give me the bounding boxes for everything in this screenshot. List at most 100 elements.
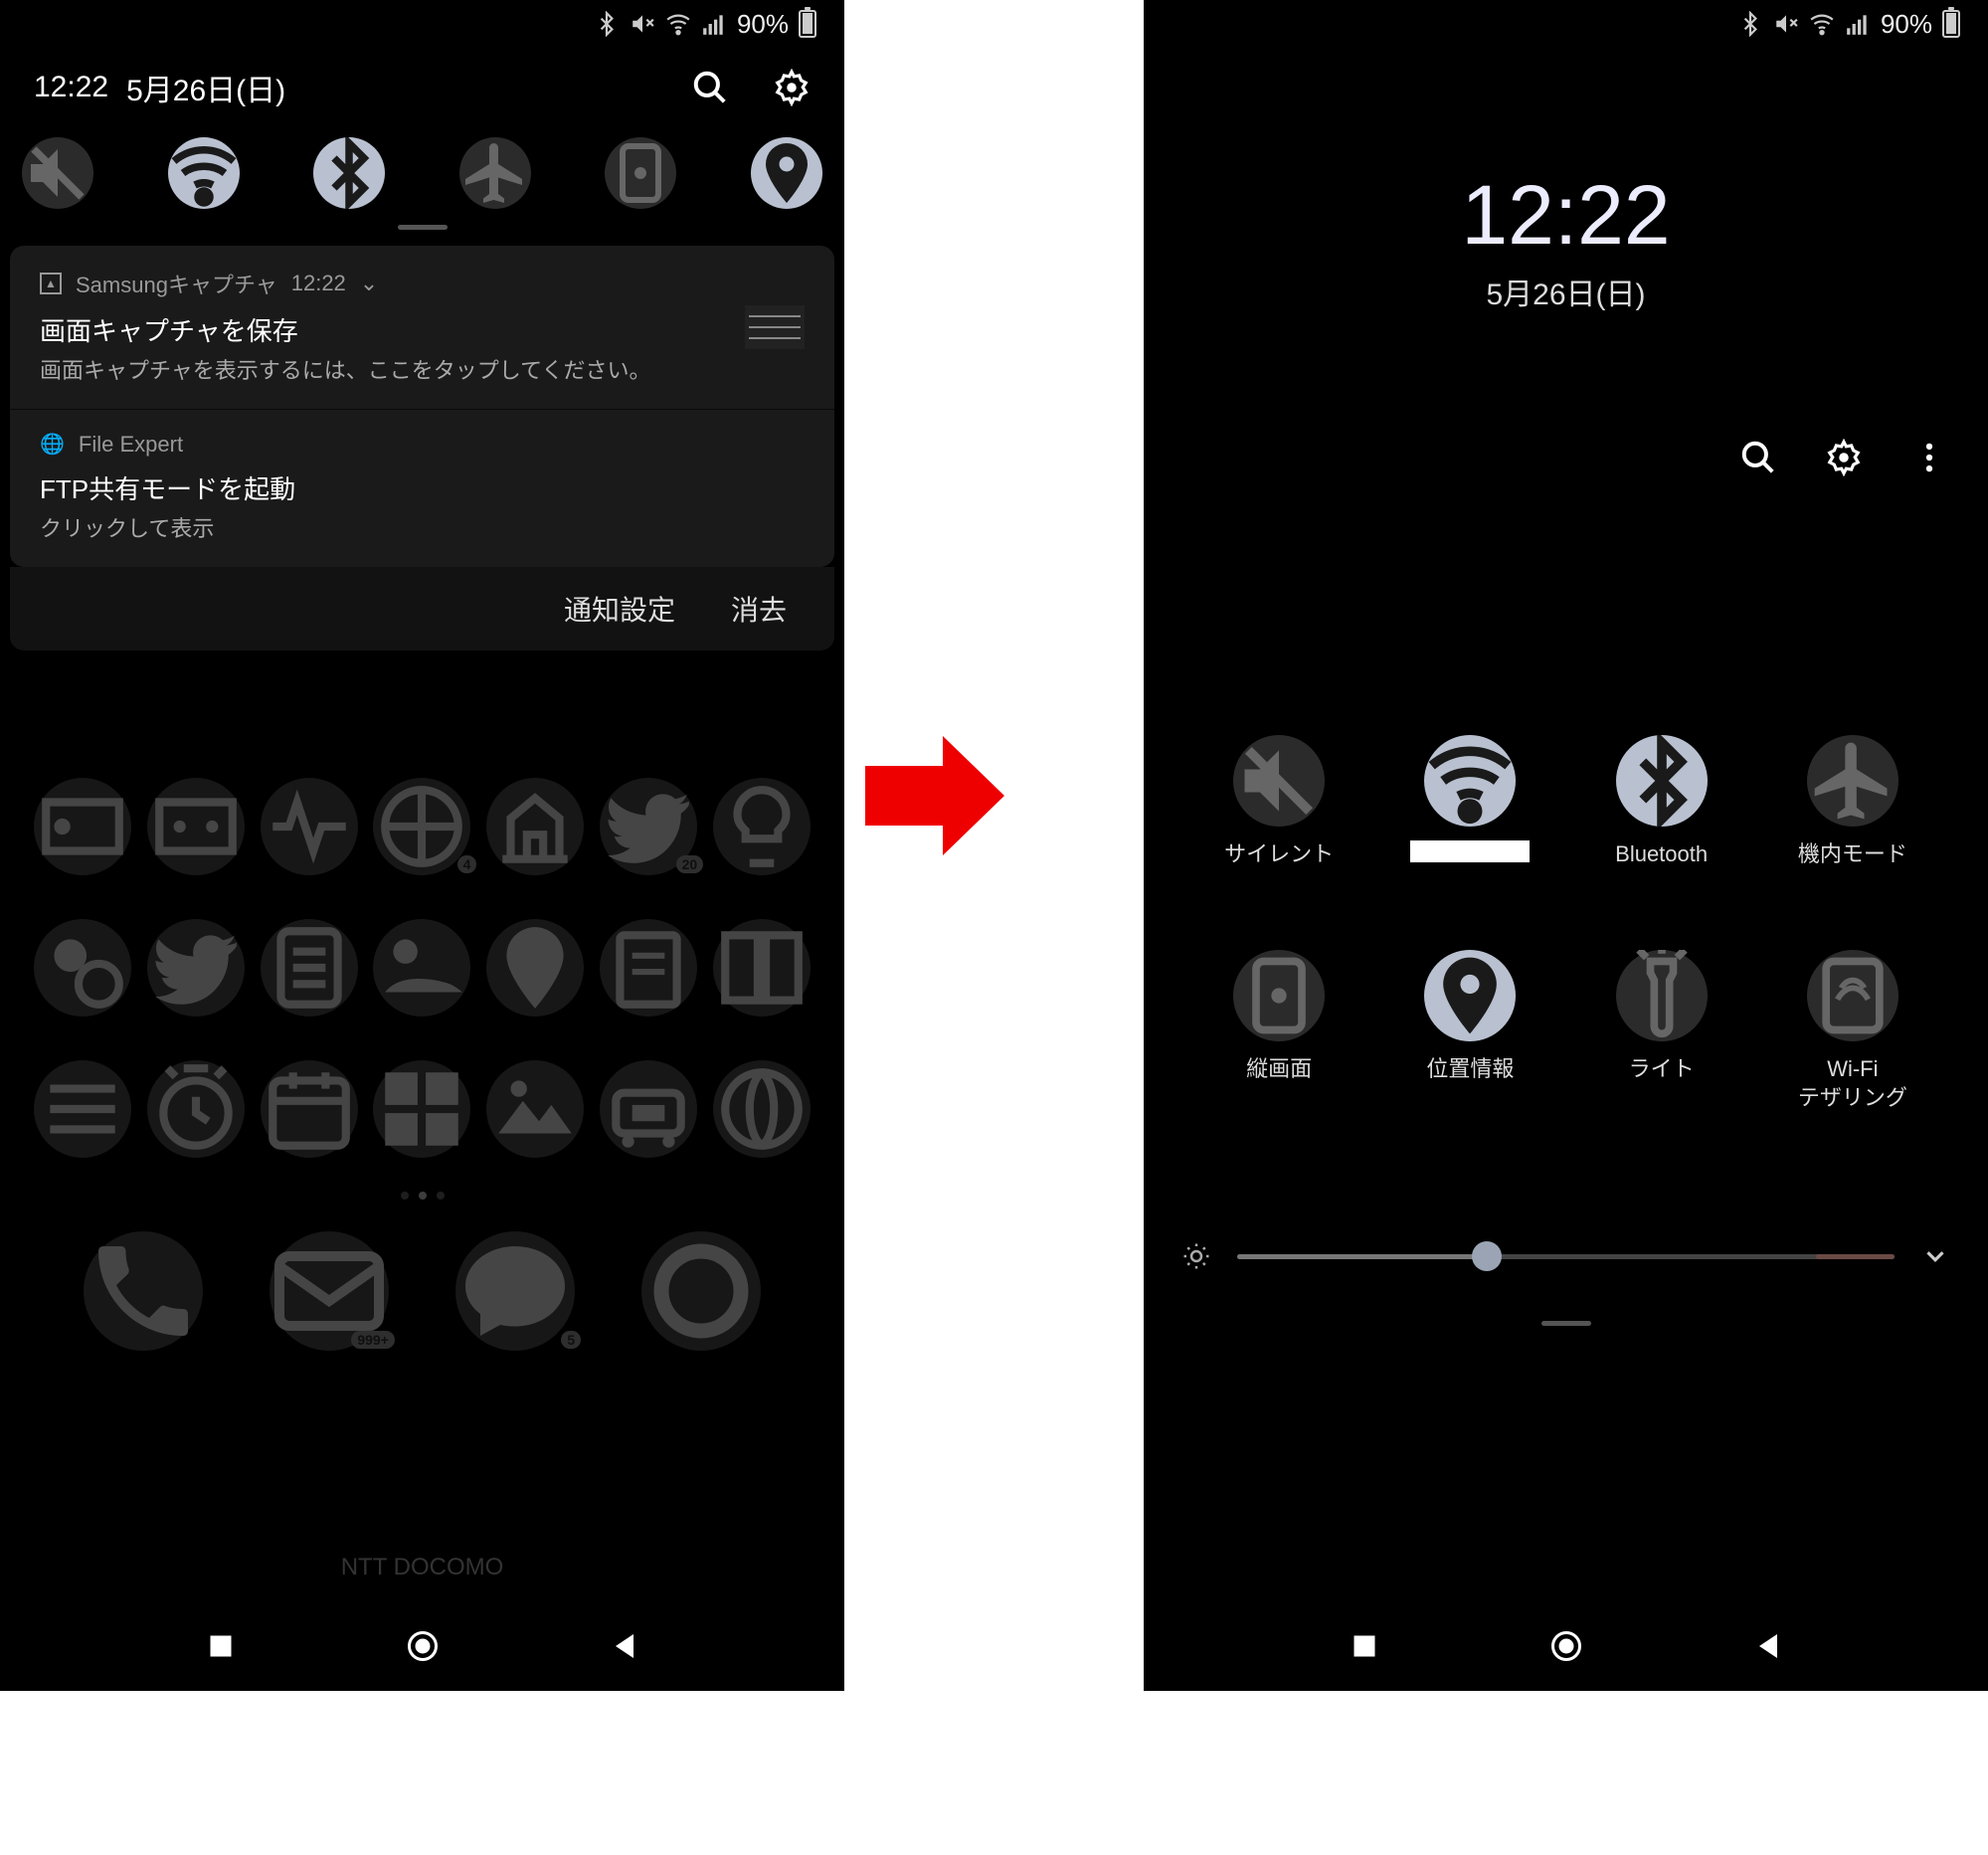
browser-app[interactable]	[641, 1231, 761, 1351]
app-icon[interactable]	[34, 778, 131, 875]
qs-airplane[interactable]	[459, 137, 531, 209]
notification-samsung-capture[interactable]: ▲ Samsungキャプチャ 12:22 ⌄ 画面キャプチャを保存 画面キャプチ…	[10, 246, 834, 410]
battery-icon	[1942, 10, 1960, 38]
phone-left: 90% 12:22 5月26日(日) ▲ Samsungキャプチャ 12:22 …	[0, 0, 844, 1691]
app-icon[interactable]	[373, 919, 470, 1017]
notif-title: FTP共有モードを起動	[40, 469, 805, 506]
app-icon[interactable]	[713, 919, 811, 1017]
app-icon[interactable]	[486, 919, 584, 1017]
search-icon[interactable]	[691, 69, 729, 106]
badge-20: 20	[676, 855, 704, 873]
notif-app-name: Samsungキャプチャ	[76, 268, 277, 299]
app-icon[interactable]	[261, 1060, 358, 1158]
panel-handle[interactable]	[1541, 1321, 1591, 1326]
qs-silent[interactable]	[22, 137, 93, 209]
qs-rotation[interactable]	[1233, 950, 1325, 1041]
app-icon[interactable]	[147, 1060, 245, 1158]
expand-brightness-icon[interactable]	[1920, 1241, 1950, 1271]
clear-all-button[interactable]: 消去	[731, 589, 787, 629]
panel-header-icons	[1144, 389, 1988, 496]
home-button[interactable]	[405, 1628, 441, 1664]
panel-header: 12:22 5月26日(日)	[0, 48, 844, 127]
wifi-icon	[665, 11, 691, 37]
notification-file-expert[interactable]: 🌐 File Expert FTP共有モードを起動 クリックして表示	[10, 410, 834, 567]
qs-label: 機内モード	[1798, 840, 1907, 890]
notif-thumbnail	[745, 305, 805, 349]
carrier-label: NTT DOCOMO	[0, 1554, 844, 1581]
qs-location[interactable]	[1424, 950, 1516, 1041]
redacted-text	[1410, 840, 1530, 862]
expand-icon[interactable]: ⌄	[360, 271, 378, 296]
panel-time: 12:22	[34, 71, 108, 104]
qs-bluetooth[interactable]	[1616, 735, 1708, 827]
qs-flashlight[interactable]	[1616, 950, 1708, 1041]
app-icon[interactable]: 4	[373, 778, 470, 875]
qs-bluetooth[interactable]	[313, 137, 385, 209]
clock-widget: 12:22 5月26日(日)	[1144, 167, 1988, 313]
badge-999: 999+	[351, 1331, 395, 1349]
app-icon[interactable]	[34, 1060, 131, 1158]
bluetooth-icon	[1737, 11, 1763, 37]
quick-settings-row	[0, 127, 844, 219]
badge-4: 4	[457, 855, 477, 873]
qs-label: Wi-Fi テザリング	[1798, 1055, 1907, 1112]
qs-airplane[interactable]	[1807, 735, 1898, 827]
recents-button[interactable]	[203, 1628, 239, 1664]
home-button[interactable]	[1548, 1628, 1584, 1664]
app-icon[interactable]	[261, 919, 358, 1017]
qs-label-wifi	[1410, 840, 1530, 890]
wifi-icon	[1809, 11, 1835, 37]
qs-location[interactable]	[751, 137, 822, 209]
battery-percent: 90%	[737, 9, 789, 40]
phone-app[interactable]	[84, 1231, 203, 1351]
app-icon[interactable]	[261, 778, 358, 875]
clock-date: 5月26日(日)	[1144, 270, 1988, 313]
notification-settings-button[interactable]: 通知設定	[564, 589, 675, 629]
qs-wifi[interactable]	[1424, 735, 1516, 827]
clock-time: 12:22	[1144, 167, 1988, 264]
status-bar: 90%	[1144, 0, 1988, 48]
image-icon: ▲	[40, 273, 62, 294]
recents-button[interactable]	[1347, 1628, 1382, 1664]
home-screen-apps: 4 20 999+ 5	[0, 756, 844, 1591]
search-icon[interactable]	[1739, 439, 1777, 476]
more-icon[interactable]	[1910, 439, 1948, 476]
navigation-bar	[1144, 1601, 1988, 1691]
back-button[interactable]	[607, 1628, 642, 1664]
settings-icon[interactable]	[773, 69, 811, 106]
battery-percent: 90%	[1881, 9, 1932, 40]
app-icon[interactable]	[486, 1060, 584, 1158]
messages-app[interactable]: 5	[455, 1231, 575, 1351]
brightness-slider-row	[1144, 1211, 1988, 1301]
battery-icon	[799, 10, 816, 38]
notification-actions: 通知設定 消去	[10, 567, 834, 650]
phone-right: 90% 12:22 5月26日(日) サイレント Bluetooth 機内モード…	[1144, 0, 1988, 1691]
mail-app[interactable]: 999+	[270, 1231, 389, 1351]
app-icon[interactable]	[147, 919, 245, 1017]
qs-tethering[interactable]	[1807, 950, 1898, 1041]
notif-body: 画面キャプチャを表示するには、ここをタップしてください。	[40, 356, 805, 387]
notif-body: クリックして表示	[40, 514, 805, 545]
app-icon[interactable]	[600, 1060, 697, 1158]
back-button[interactable]	[1750, 1628, 1786, 1664]
app-icon[interactable]	[713, 1060, 811, 1158]
qs-label: Bluetooth	[1615, 840, 1708, 890]
qs-silent[interactable]	[1233, 735, 1325, 827]
qs-label: サイレント	[1224, 840, 1334, 890]
brightness-slider[interactable]	[1237, 1254, 1895, 1259]
qs-rotation[interactable]	[605, 137, 676, 209]
brightness-icon	[1181, 1241, 1211, 1271]
app-icon[interactable]	[373, 1060, 470, 1158]
app-icon[interactable]	[713, 778, 811, 875]
panel-handle[interactable]	[398, 225, 448, 230]
panel-date: 5月26日(日)	[126, 66, 285, 109]
app-icon[interactable]	[147, 778, 245, 875]
app-icon[interactable]: 20	[600, 778, 697, 875]
app-icon[interactable]	[600, 919, 697, 1017]
app-icon[interactable]	[486, 778, 584, 875]
app-icon[interactable]	[34, 919, 131, 1017]
settings-icon[interactable]	[1825, 439, 1863, 476]
qs-wifi[interactable]	[168, 137, 240, 209]
navigation-bar	[0, 1601, 844, 1691]
status-bar: 90%	[0, 0, 844, 48]
